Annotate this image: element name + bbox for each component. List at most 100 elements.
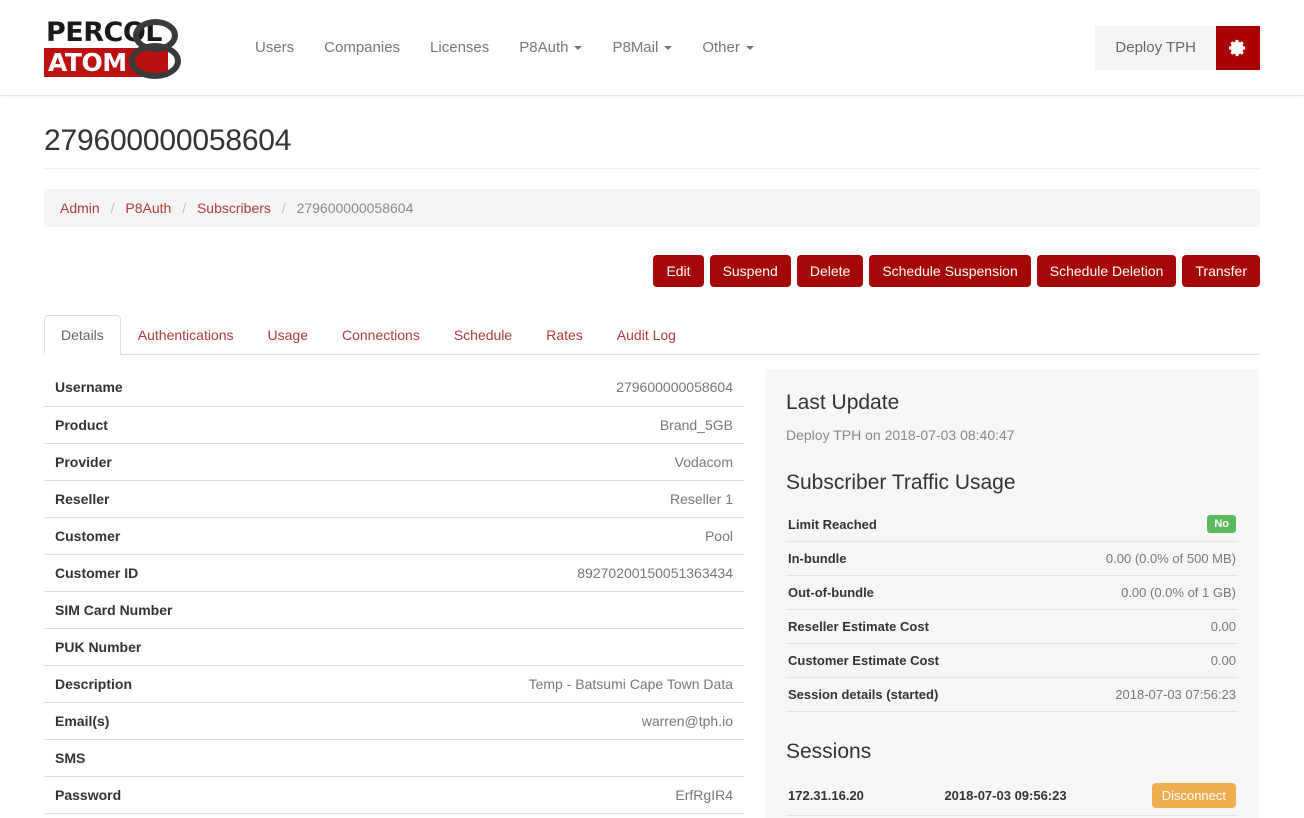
breadcrumb-separator: / — [182, 200, 187, 216]
detail-value-emails: warren@tph.io — [310, 702, 744, 740]
detail-value-username: 279600000058604 — [310, 369, 744, 407]
detail-value-sim-card-number — [310, 591, 744, 629]
deploy-tph-button[interactable]: Deploy TPH — [1095, 25, 1216, 70]
nav-item-label: Users — [255, 39, 295, 56]
table-row: Username 279600000058604 — [44, 369, 744, 407]
breadcrumb-item-current: 279600000058604 — [296, 200, 414, 216]
table-row: Limit Reached No — [786, 507, 1238, 542]
nav-item-other[interactable]: Other — [687, 0, 769, 96]
session-action-cell: Disconnect — [1102, 776, 1238, 816]
usage-value-in-bundle: 0.00 (0.0% of 500 MB) — [1028, 541, 1238, 576]
navbar-right-actions: Deploy TPH — [1095, 25, 1260, 70]
usage-key: Customer Estimate Cost — [786, 643, 1029, 678]
tab-details[interactable]: Details — [44, 315, 121, 355]
disconnect-button[interactable]: Disconnect — [1151, 783, 1236, 808]
status-badge: No — [1207, 515, 1236, 533]
session-started: 2018-07-03 09:56:23 — [908, 776, 1103, 816]
table-row: Provider Vodacom — [44, 443, 744, 481]
last-update-heading: Last Update — [786, 391, 900, 414]
nav-item-label: Companies — [324, 39, 401, 56]
nav-item-label: P8Mail — [612, 39, 659, 56]
gear-icon — [1229, 39, 1246, 56]
table-row: Product Brand_5GB — [44, 406, 744, 444]
detail-key: SIM Card Number — [44, 591, 311, 629]
detail-key: Description — [44, 665, 311, 703]
traffic-usage-table: Limit Reached No In-bundle 0.00 (0.0% of… — [786, 507, 1238, 712]
table-row: Customer Estimate Cost 0.00 — [786, 643, 1238, 678]
nav-item-users[interactable]: Users — [240, 0, 309, 96]
breadcrumb-item-admin[interactable]: Admin — [60, 200, 100, 216]
eight-logo-icon — [127, 18, 185, 79]
detail-key: Product — [44, 406, 311, 444]
details-panel: Username 279600000058604 Product Brand_5… — [44, 369, 744, 818]
breadcrumb-item-p8auth[interactable]: P8Auth — [125, 200, 171, 216]
nav-item-label: Licenses — [430, 39, 490, 56]
detail-value-password: ErfRgIR4 — [310, 776, 744, 814]
table-row: Password ErfRgIR4 — [44, 776, 744, 814]
chevron-down-icon — [745, 45, 754, 50]
detail-value-customer: Pool — [310, 517, 744, 555]
breadcrumb-item-subscribers[interactable]: Subscribers — [197, 200, 271, 216]
breadcrumb-separator: / — [110, 200, 115, 216]
usage-value-reseller-estimate-cost: 0.00 — [1028, 609, 1238, 644]
suspend-button[interactable]: Suspend — [709, 255, 791, 287]
top-navbar: PERCOL ATOM Users Companies Licenses P8A… — [0, 0, 1304, 96]
schedule-deletion-button[interactable]: Schedule Deletion — [1036, 255, 1177, 287]
primary-nav: Users Companies Licenses P8Auth P8Mail O… — [240, 0, 769, 96]
nav-item-label: P8Auth — [519, 39, 569, 56]
brand-logo[interactable]: PERCOL ATOM — [44, 17, 204, 79]
tab-schedule[interactable]: Schedule — [437, 315, 529, 355]
tab-audit-log[interactable]: Audit Log — [600, 315, 693, 355]
summary-panel: Last Update Deploy TPH on 2018-07-03 08:… — [766, 369, 1258, 818]
nav-item-licenses[interactable]: Licenses — [415, 0, 504, 96]
details-table: Username 279600000058604 Product Brand_5… — [44, 369, 744, 814]
chevron-down-icon — [664, 45, 673, 50]
limit-reached-label: Limit Reached — [786, 507, 1029, 542]
sessions-heading: Sessions — [786, 740, 872, 763]
session-ip: 172.31.16.20 — [786, 776, 909, 816]
usage-key: In-bundle — [786, 541, 1029, 576]
action-button-group: Edit Suspend Delete Schedule Suspension … — [44, 255, 1260, 287]
page-title: 279600000058604 — [44, 124, 1260, 169]
nav-item-p8auth[interactable]: P8Auth — [504, 0, 597, 96]
detail-value-puk-number — [310, 628, 744, 666]
table-row: Email(s) warren@tph.io — [44, 702, 744, 740]
sessions-table: 172.31.16.20 2018-07-03 09:56:23 Disconn… — [786, 776, 1238, 818]
detail-key: Customer ID — [44, 554, 311, 592]
settings-gear-button[interactable] — [1216, 25, 1260, 70]
last-update-text: Deploy TPH on 2018-07-03 08:40:47 — [786, 427, 1015, 443]
table-row: Description Temp - Batsumi Cape Town Dat… — [44, 665, 744, 703]
usage-value-out-of-bundle: 0.00 (0.0% of 1 GB) — [1028, 575, 1238, 610]
detail-key: Reseller — [44, 480, 311, 518]
traffic-usage-heading: Subscriber Traffic Usage — [786, 471, 1016, 494]
delete-button[interactable]: Delete — [796, 255, 864, 287]
usage-value-session-started: 2018-07-03 07:56:23 — [1028, 677, 1238, 712]
table-row: Customer Pool — [44, 517, 744, 555]
transfer-button[interactable]: Transfer — [1182, 255, 1260, 287]
table-row: Customer ID 89270200150051363434 — [44, 554, 744, 592]
tab-usage[interactable]: Usage — [251, 315, 325, 355]
usage-key: Session details (started) — [786, 677, 1029, 712]
nav-item-companies[interactable]: Companies — [309, 0, 415, 96]
tab-connections[interactable]: Connections — [325, 315, 437, 355]
tab-content: Username 279600000058604 Product Brand_5… — [44, 369, 1260, 818]
detail-value-description: Temp - Batsumi Cape Town Data — [310, 665, 744, 703]
table-row: 172.31.16.20 2018-07-03 09:56:23 Disconn… — [786, 776, 1238, 816]
tab-rates[interactable]: Rates — [529, 315, 600, 355]
summary-panel-box: Last Update Deploy TPH on 2018-07-03 08:… — [766, 369, 1258, 818]
schedule-suspension-button[interactable]: Schedule Suspension — [869, 255, 1031, 287]
edit-button[interactable]: Edit — [653, 255, 704, 287]
table-row: SIM Card Number — [44, 591, 744, 629]
table-row: In-bundle 0.00 (0.0% of 500 MB) — [786, 541, 1238, 576]
usage-key: Out-of-bundle — [786, 575, 1029, 610]
tab-bar: Details Authentications Usage Connection… — [44, 315, 1260, 355]
detail-value-reseller: Reseller 1 — [310, 480, 744, 518]
detail-key: Email(s) — [44, 702, 311, 740]
nav-item-p8mail[interactable]: P8Mail — [597, 0, 687, 96]
limit-reached-cell: No — [1028, 507, 1238, 542]
detail-value-provider: Vodacom — [310, 443, 744, 481]
table-row: Out-of-bundle 0.00 (0.0% of 1 GB) — [786, 575, 1238, 610]
detail-key: Customer — [44, 517, 311, 555]
detail-value-product: Brand_5GB — [310, 406, 744, 444]
tab-authentications[interactable]: Authentications — [121, 315, 251, 355]
